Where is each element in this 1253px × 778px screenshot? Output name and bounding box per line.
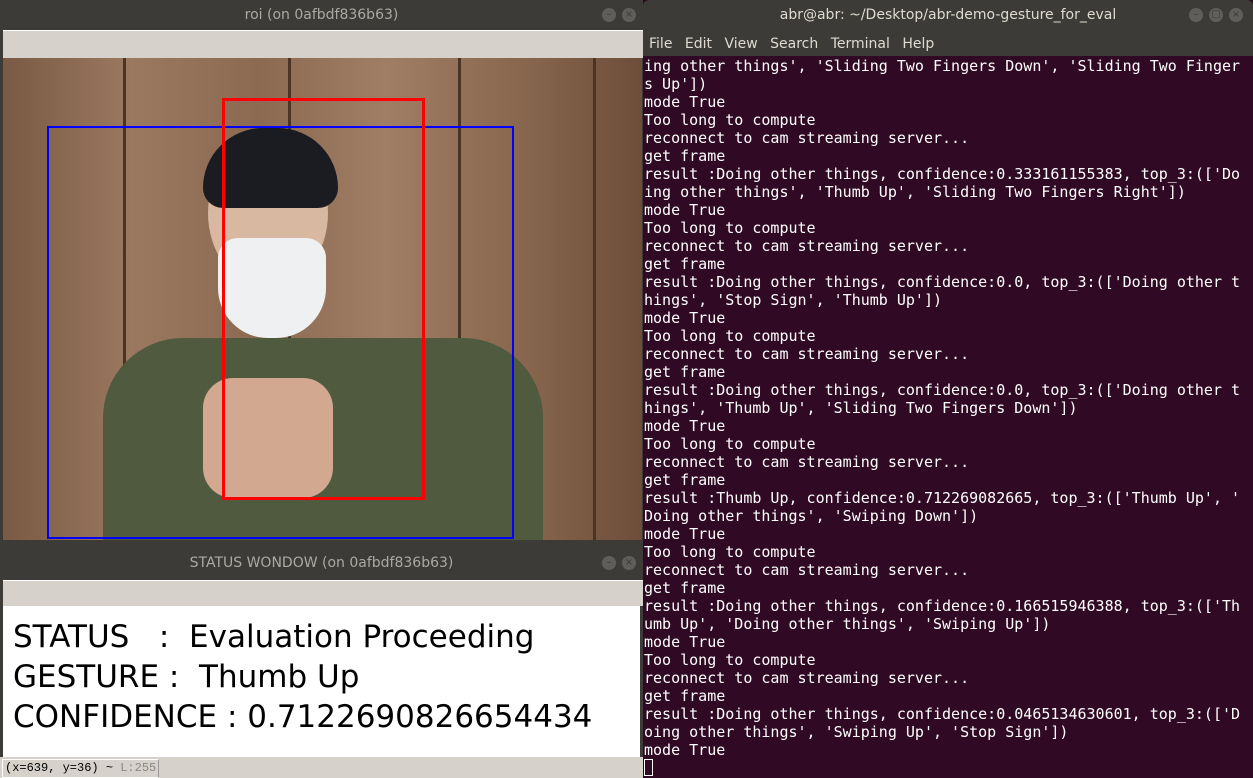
terminal-titlebar[interactable]: abr@abr: ~/Desktop/abr-demo-gesture_for_… [643,0,1253,30]
menu-terminal[interactable]: Terminal [831,36,890,52]
status-toolbar [3,580,643,606]
terminal-line: reconnect to cam streaming server... [644,129,970,147]
terminal-line: reconnect to cam streaming server... [644,237,970,255]
terminal-title: abr@abr: ~/Desktop/abr-demo-gesture_for_… [779,7,1117,23]
status-display: STATUS : Evaluation Proceeding GESTURE :… [3,606,640,757]
coord-readout: (x=639, y=36) ~ [5,761,114,775]
terminal-line: result :Doing other things, confidence:0… [644,705,1241,723]
terminal-line: result :Doing other things, confidence:0… [644,273,1241,291]
terminal-line: mode True [644,417,726,435]
status-bar: (x=639, y=36) ~ L:255 [0,757,643,778]
terminal-menubar: File Edit View Search Terminal Help [643,30,1253,56]
terminal-line: mode True [644,741,726,759]
maximize-icon[interactable]: □ [1209,8,1223,22]
confidence-line: CONFIDENCE : 0.7122690826654434 [13,699,593,735]
terminal-output[interactable]: ing other things', 'Sliding Two Fingers … [644,57,1253,776]
terminal-line: oing other things', 'Swiping Up', 'Stop … [644,723,1069,741]
terminal-line: Too long to compute [644,435,816,453]
terminal-line: reconnect to cam streaming server... [644,345,970,363]
minimize-icon[interactable]: – [1189,8,1203,22]
hand-bounding-box [222,98,425,500]
terminal-line: mode True [644,309,726,327]
terminal-line: umb Up', 'Doing other things', 'Swiping … [644,615,1051,633]
terminal-line: get frame [644,363,726,381]
terminal-line: mode True [644,201,726,219]
pixel-readout: (x=639, y=36) ~ L:255 [2,759,160,778]
terminal-line: result :Doing other things, confidence:0… [644,597,1241,615]
terminal-line: get frame [644,255,726,273]
terminal-line: mode True [644,93,726,111]
roi-title: roi (on 0afbdf836b63) [244,7,399,23]
gesture-line: GESTURE : Thumb Up [13,659,360,695]
minimize-icon[interactable]: – [602,8,616,22]
terminal-line: Too long to compute [644,543,816,561]
status-window[interactable]: STATUS WONDOW (on 0afbdf836b63) – × STAT… [0,548,643,778]
terminal-line: result :Thumb Up, confidence:0.712269082… [644,489,1241,507]
close-icon[interactable]: × [622,8,636,22]
terminal-line: result :Doing other things, confidence:0… [644,165,1241,183]
terminal-line: Doing other things', 'Swiping Down']) [644,507,979,525]
menu-search[interactable]: Search [770,36,818,52]
terminal-line: mode True [644,525,726,543]
roi-toolbar [3,30,643,58]
terminal-line: ing other things', 'Thumb Up', 'Sliding … [644,183,1186,201]
terminal-line: mode True [644,633,726,651]
terminal-window[interactable]: abr@abr: ~/Desktop/abr-demo-gesture_for_… [643,0,1253,778]
status-title: STATUS WONDOW (on 0afbdf836b63) [189,555,454,571]
minimize-icon[interactable]: – [602,556,616,570]
menu-file[interactable]: File [649,36,672,52]
terminal-line: result :Doing other things, confidence:0… [644,381,1241,399]
terminal-line: Too long to compute [644,651,816,669]
terminal-line: hings', 'Thumb Up', 'Sliding Two Fingers… [644,399,1078,417]
menu-view[interactable]: View [724,36,757,52]
terminal-line: reconnect to cam streaming server... [644,669,970,687]
terminal-line: reconnect to cam streaming server... [644,453,970,471]
menu-edit[interactable]: Edit [685,36,712,52]
terminal-line: Too long to compute [644,327,816,345]
close-icon[interactable]: × [622,556,636,570]
menu-help[interactable]: Help [902,36,934,52]
status-titlebar[interactable]: STATUS WONDOW (on 0afbdf836b63) – × [0,548,643,578]
level-readout: L:255 [120,761,157,775]
terminal-line: ing other things', 'Sliding Two Fingers … [644,57,1241,75]
terminal-line: Too long to compute [644,111,816,129]
roi-window[interactable]: roi (on 0afbdf836b63) – × [0,0,643,548]
terminal-line: get frame [644,471,726,489]
roi-titlebar[interactable]: roi (on 0afbdf836b63) – × [0,0,643,30]
terminal-line: get frame [644,579,726,597]
terminal-line: reconnect to cam streaming server... [644,561,970,579]
terminal-cursor [644,759,653,776]
terminal-line: get frame [644,147,726,165]
terminal-line: hings', 'Stop Sign', 'Thumb Up']) [644,291,943,309]
terminal-line: s Up']) [644,75,708,93]
status-line: STATUS : Evaluation Proceeding [13,619,535,655]
close-icon[interactable]: × [1229,8,1243,22]
terminal-line: Too long to compute [644,219,816,237]
terminal-line: get frame [644,687,726,705]
